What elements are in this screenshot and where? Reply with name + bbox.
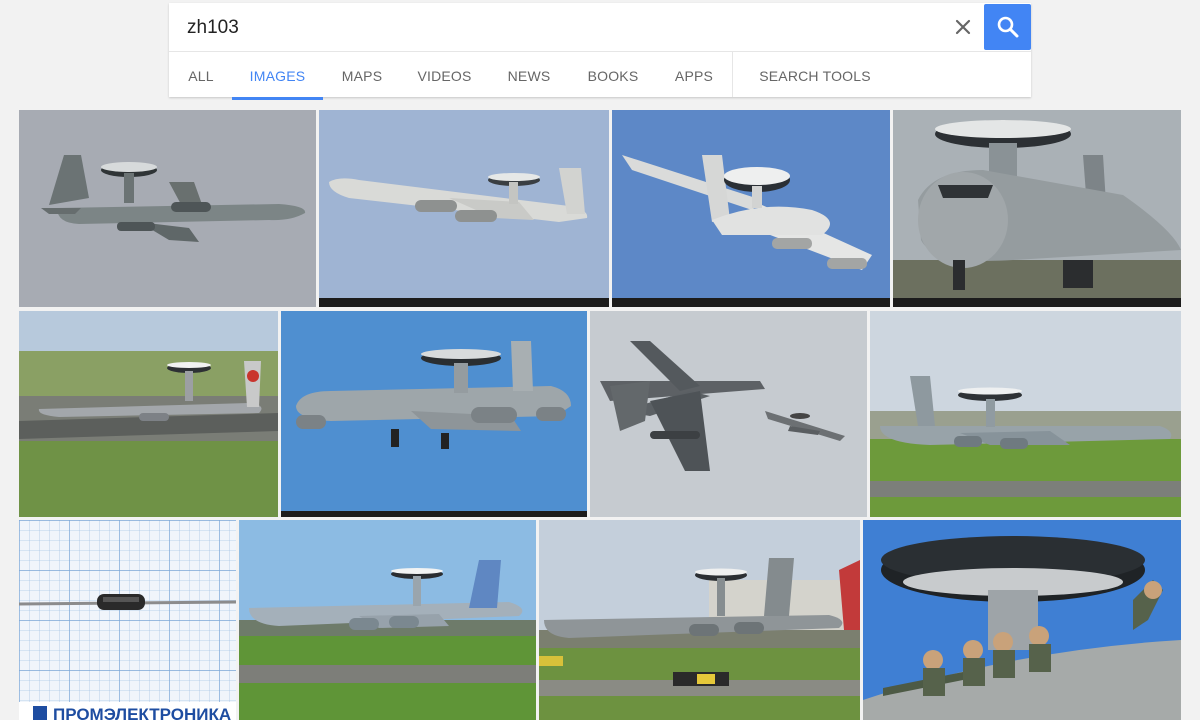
image-result[interactable] [539, 520, 860, 720]
aircraft-photo [590, 311, 867, 517]
brand-caption: ПРОМЭЛЕКТРОНИКА [53, 705, 231, 720]
component-photo: ПРОМЭЛЕКТРОНИКА [19, 520, 236, 720]
image-result[interactable] [19, 110, 316, 307]
image-result[interactable] [19, 311, 278, 517]
tab-books[interactable]: BOOKS [580, 52, 646, 97]
aircraft-photo [281, 311, 587, 517]
aircraft-photo [893, 110, 1181, 307]
search-bar: zh103 [169, 3, 1031, 51]
search-tabs: ALL IMAGES MAPS VIDEOS NEWS BOOKS APPS S… [169, 52, 1031, 100]
image-result[interactable] [239, 520, 536, 720]
image-result[interactable] [319, 110, 609, 307]
image-result[interactable] [612, 110, 890, 307]
search-button[interactable] [984, 4, 1031, 50]
aircraft-photo [539, 520, 860, 720]
active-tab-indicator [232, 97, 323, 100]
tab-search-tools[interactable]: SEARCH TOOLS [752, 52, 878, 97]
aircraft-photo [19, 110, 316, 307]
tab-maps[interactable]: MAPS [334, 52, 390, 97]
image-result[interactable] [870, 311, 1181, 517]
aircraft-photo [863, 520, 1181, 720]
tab-all[interactable]: ALL [181, 52, 221, 97]
tab-images[interactable]: IMAGES [232, 52, 323, 97]
tab-apps[interactable]: APPS [669, 52, 719, 97]
image-result[interactable] [893, 110, 1181, 307]
aircraft-photo [870, 311, 1181, 517]
search-input[interactable]: zh103 [187, 17, 239, 39]
aircraft-photo [239, 520, 536, 720]
image-result[interactable] [590, 311, 867, 517]
tab-videos[interactable]: VIDEOS [412, 52, 477, 97]
tab-news[interactable]: NEWS [501, 52, 557, 97]
aircraft-photo [612, 110, 890, 307]
image-result[interactable] [863, 520, 1181, 720]
aircraft-photo [19, 311, 278, 517]
tab-divider [732, 52, 733, 97]
close-icon [955, 19, 971, 35]
aircraft-photo [319, 110, 609, 307]
search-box: zh103 ALL IMAGES MAPS VIDEOS NEWS BOOKS … [169, 3, 1031, 100]
search-icon [997, 16, 1018, 38]
image-result[interactable]: ПРОМЭЛЕКТРОНИКА [19, 520, 236, 720]
clear-button[interactable] [949, 13, 977, 41]
image-result[interactable] [281, 311, 587, 517]
